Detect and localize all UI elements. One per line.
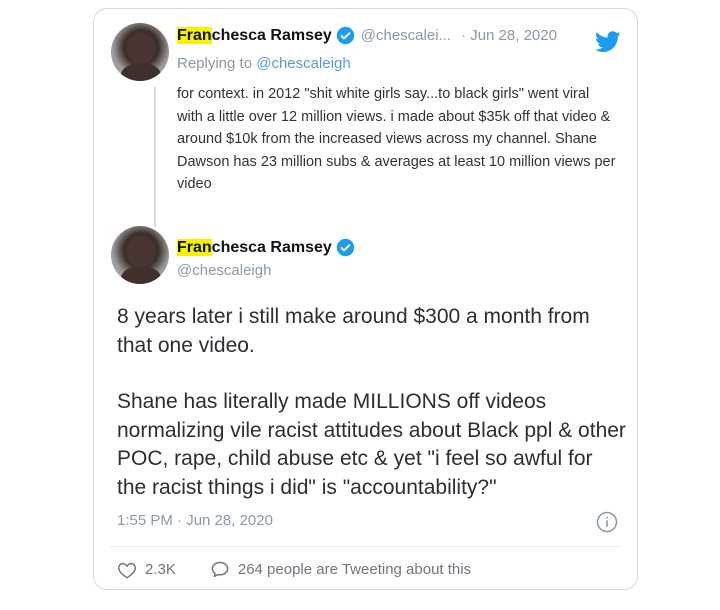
like-count: 2.3K — [145, 561, 176, 578]
reply-author-row: Franchesca Ramsey @chescalei... · Jun 28… — [177, 26, 557, 45]
heart-icon — [118, 562, 136, 579]
verified-badge-icon — [336, 26, 354, 45]
main-author-row: Franchesca Ramsey — [177, 238, 355, 257]
tweet-actions: 2.3K 264 people are Tweeting about this — [117, 560, 471, 579]
divider — [109, 546, 622, 547]
replying-to-handle-link[interactable]: @chescaleigh — [256, 55, 350, 72]
reply-tweet-text: for context. in 2012 "shit white girls s… — [177, 86, 616, 192]
display-name[interactable]: Franchesca Ramsey — [177, 238, 332, 257]
tweet-card: Franchesca Ramsey @chescalei... · Jun 28… — [93, 8, 638, 590]
display-name[interactable]: Franchesca Ramsey — [177, 26, 332, 45]
conversation-link[interactable]: 264 people are Tweeting about this — [210, 560, 471, 579]
tweet-date[interactable]: · Jun 28, 2020 — [461, 27, 557, 44]
replying-to: Replying to @chescaleigh — [177, 55, 351, 72]
verified-badge-icon — [336, 238, 354, 257]
twitter-bird-icon[interactable] — [595, 31, 621, 53]
conversation-count: 264 people are Tweeting about this — [237, 561, 472, 578]
tweet-body: 8 years later i still make around $300 a… — [117, 303, 627, 502]
author-handle[interactable]: @chescalei... — [361, 27, 451, 44]
author-handle[interactable]: @chescaleigh — [177, 262, 271, 279]
thread-line — [154, 87, 156, 227]
tweet-paragraph: 8 years later i still make around $300 a… — [117, 305, 590, 357]
avatar[interactable] — [111, 23, 169, 81]
avatar[interactable] — [111, 226, 169, 284]
speech-bubble-icon — [211, 561, 229, 578]
tweet-paragraph: Shane has literally made MILLIONS off vi… — [117, 390, 626, 499]
like-button[interactable]: 2.3K — [117, 561, 176, 579]
info-icon[interactable] — [596, 511, 618, 533]
tweet-timestamp[interactable]: 1:55 PM · Jun 28, 2020 — [117, 512, 273, 529]
